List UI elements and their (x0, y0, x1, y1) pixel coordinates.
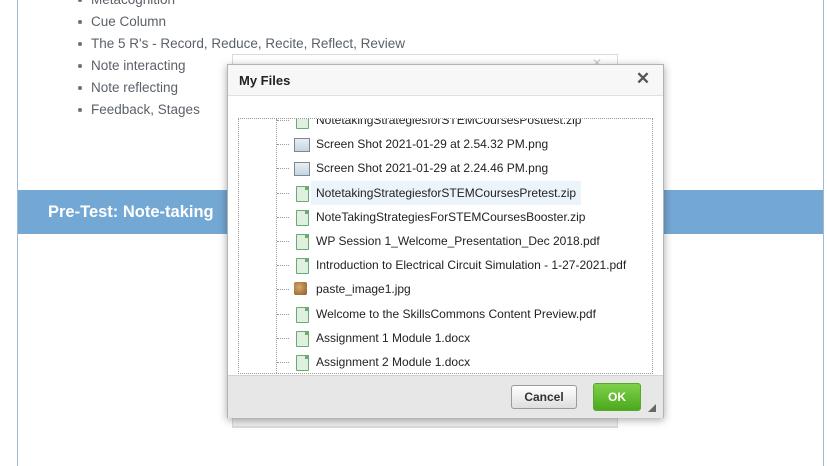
section-title: Pre-Test: Note-taking (48, 203, 214, 221)
ok-button[interactable]: OK (593, 383, 641, 411)
list-item: Cue Column (78, 11, 405, 33)
document-icon (294, 330, 310, 347)
file-row[interactable]: NotetakingStrategiesforSTEMCoursesPretes… (239, 180, 652, 205)
tree-branch-line (277, 120, 289, 121)
file-name: Assignment 2 Module 1.docx (316, 355, 471, 369)
image-icon (294, 136, 310, 153)
document-icon (294, 233, 310, 250)
tree-branch-line (277, 337, 289, 339)
image-icon (294, 160, 310, 177)
tree-branch-line (277, 168, 289, 170)
file-name: NoteTakingStrategiesForSTEMCoursesBooste… (316, 209, 586, 224)
file-row[interactable]: Assignment 1 Module 1.docx (239, 326, 652, 350)
file-name: Screen Shot 2021-01-29 at 2.54.32 PM.png (316, 137, 549, 152)
file-tree[interactable]: NotetakingStrategiesforSTEMCoursesPostte… (238, 118, 653, 374)
cancel-button[interactable]: Cancel (511, 385, 577, 409)
document-icon (294, 185, 310, 202)
file-name: Screen Shot 2021-01-29 at 2.24.46 PM.png (316, 161, 549, 176)
document-icon (294, 257, 310, 275)
tree-branch-line (277, 144, 289, 146)
tree-branch-line (277, 313, 289, 315)
document-icon (294, 306, 310, 323)
file-row[interactable]: Screen Shot 2021-01-29 at 2.24.46 PM.png (239, 156, 652, 180)
dialog-title: My Files (239, 73, 291, 88)
close-icon[interactable]: ✕ (631, 67, 655, 91)
file-name: NotetakingStrategiesforSTEMCoursesPretes… (311, 180, 582, 205)
file-name: NotetakingStrategiesforSTEMCoursesPostte… (316, 118, 582, 127)
photo-icon (294, 281, 310, 297)
my-files-dialog: My Files ✕ NotetakingStrategiesforSTEMCo… (227, 64, 664, 418)
page-right-border (823, 0, 824, 466)
resize-grip-icon[interactable] (648, 404, 656, 412)
tree-branch-line (277, 216, 289, 218)
dialog-body: NotetakingStrategiesforSTEMCoursesPostte… (228, 96, 663, 375)
file-row[interactable]: Screen Shot 2021-01-29 at 2.54.32 PM.png (239, 132, 652, 156)
file-name: paste_image1.jpg (316, 282, 411, 297)
document-icon (294, 119, 310, 129)
file-row[interactable]: NoteTakingStrategiesForSTEMCoursesBooste… (239, 205, 652, 229)
file-name: WP Session 1_Welcome_Presentation_Dec 20… (316, 234, 600, 248)
tree-branch-line (277, 241, 289, 242)
list-item: Metacognition (78, 0, 405, 11)
document-icon (294, 209, 310, 226)
list-item: The 5 R's - Record, Reduce, Recite, Refl… (78, 33, 405, 55)
tree-branch-line (277, 192, 289, 194)
document-icon (294, 354, 310, 371)
file-row[interactable]: paste_image1.jpg (239, 277, 652, 301)
file-name: Introduction to Electrical Circuit Simul… (316, 258, 627, 273)
tree-branch-line (277, 362, 289, 363)
file-row[interactable]: NotetakingStrategiesforSTEMCoursesPostte… (239, 118, 652, 132)
dialog-header: My Files ✕ (228, 65, 663, 96)
tree-branch-line (277, 265, 289, 267)
file-row[interactable]: WP Session 1_Welcome_Presentation_Dec 20… (239, 229, 652, 253)
file-row[interactable]: Welcome to the SkillsCommons Content Pre… (239, 302, 652, 326)
file-row[interactable]: Assignment 2 Module 1.docx (239, 350, 652, 373)
file-name: Assignment 1 Module 1.docx (316, 330, 471, 345)
file-row[interactable]: Introduction to Electrical Circuit Simul… (239, 253, 652, 277)
tree-branch-line (277, 289, 289, 291)
file-name: Welcome to the SkillsCommons Content Pre… (316, 306, 596, 321)
dialog-footer: Cancel OK (228, 375, 663, 418)
